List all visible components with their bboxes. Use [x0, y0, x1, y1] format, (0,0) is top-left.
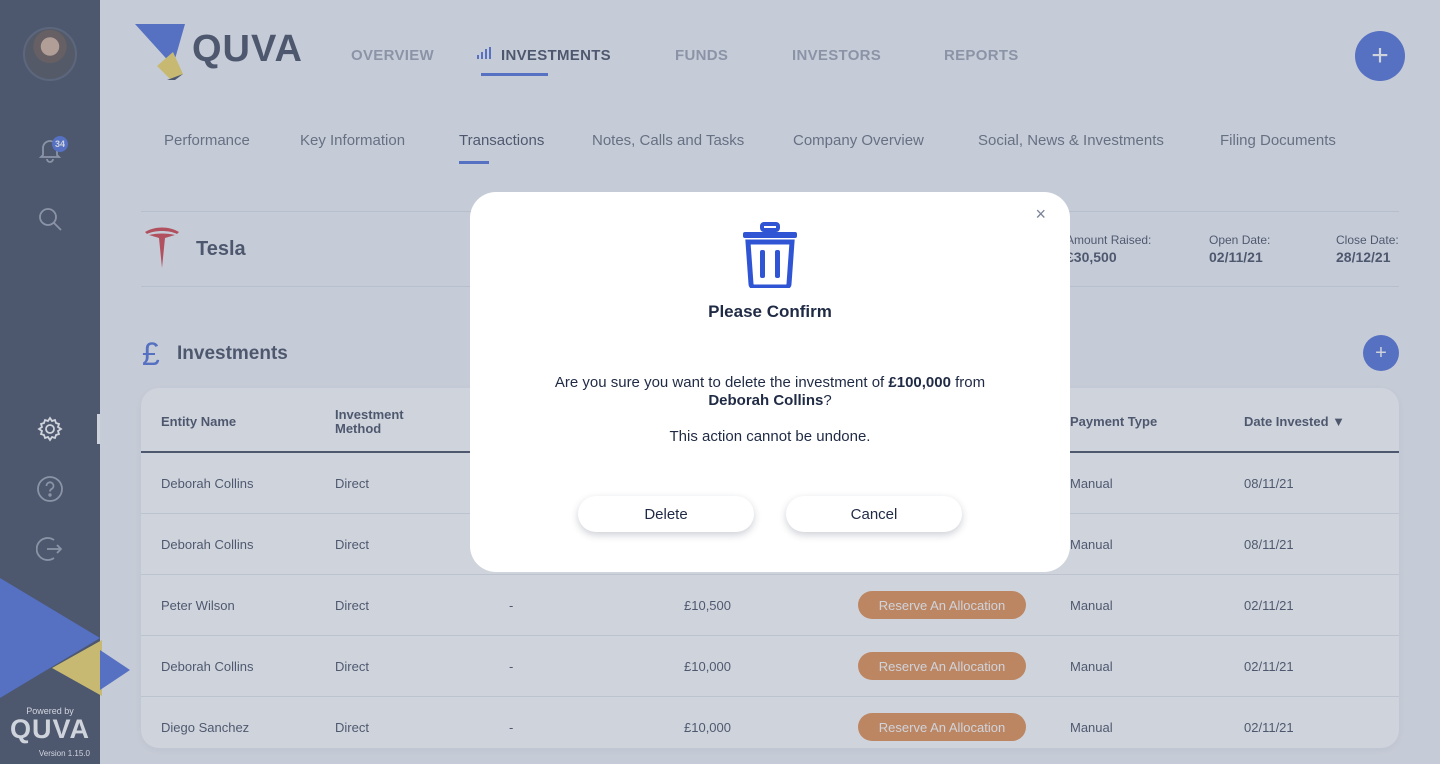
delete-button[interactable]: Delete — [578, 496, 754, 532]
trash-icon — [743, 222, 797, 288]
cancel-button[interactable]: Cancel — [786, 496, 962, 532]
modal-note: This action cannot be undone. — [669, 428, 871, 445]
message-amount: £100,000 — [888, 374, 951, 391]
modal-message: Are you sure you want to delete the inve… — [510, 374, 1030, 410]
message-suffix: ? — [823, 392, 832, 409]
modal-title: Please Confirm — [708, 302, 832, 321]
confirm-dialog: × Please Confirm Are you sure you want t… — [470, 192, 1070, 572]
message-name: Deborah Collins — [708, 392, 824, 409]
message-mid: from — [950, 374, 986, 391]
close-icon[interactable]: × — [1035, 204, 1046, 225]
message-prefix: Are you sure you want to delete the inve… — [554, 374, 889, 391]
